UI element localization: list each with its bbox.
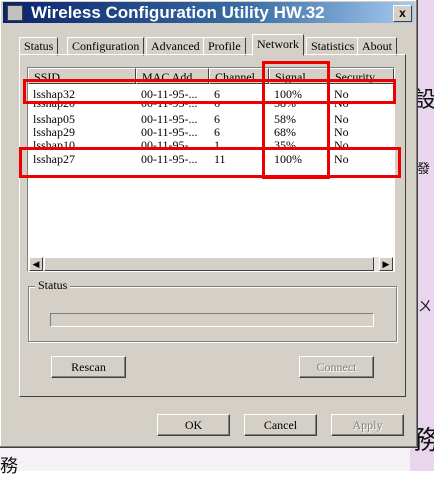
signal-cell: 58% [274, 101, 296, 110]
mac-cell: 00-11-95-... [141, 88, 198, 101]
network-row[interactable]: lsshap27 00-11-95-... 11 100% No [28, 153, 394, 166]
network-list[interactable]: SSID MAC Add... Channel Signal Security … [27, 67, 395, 272]
channel-cell: 6 [214, 126, 220, 139]
mac-cell: 00-11-95-... [141, 153, 198, 166]
column-header-security[interactable]: Security [329, 68, 394, 84]
signal-cell: 100% [274, 153, 302, 166]
horizontal-scrollbar[interactable]: ◀ ▶ [29, 257, 393, 271]
network-row[interactable]: lsshap10 00-11-95-... 1 35% No [28, 139, 394, 149]
mac-cell: 00-11-95-... [141, 113, 198, 126]
mac-cell: 00-11-95-... [141, 101, 198, 110]
security-cell: No [334, 126, 349, 139]
column-header-signal[interactable]: Signal [269, 68, 329, 84]
security-cell: No [334, 153, 349, 166]
dialog-window: Wireless Configuration Utility HW.32 x S… [0, 0, 418, 448]
channel-cell: 6 [214, 88, 220, 101]
signal-cell: 35% [274, 139, 296, 149]
mac-cell: 00-11-95-... [141, 126, 198, 139]
status-group-label: Status [35, 279, 71, 292]
network-row[interactable]: lsshap20 00-11-95-... 6 58% No [28, 101, 394, 110]
ssid-cell: lsshap10 [33, 139, 75, 149]
scroll-left-icon[interactable]: ◀ [29, 257, 43, 271]
column-header-mac[interactable]: MAC Add... [136, 68, 209, 84]
column-header-channel[interactable]: Channel [209, 68, 269, 84]
ssid-cell: lsshap32 [33, 88, 75, 101]
column-header-ssid[interactable]: SSID [28, 68, 136, 84]
security-cell: No [334, 88, 349, 101]
tab-network[interactable]: Network [252, 34, 304, 56]
title-bar[interactable]: Wireless Configuration Utility HW.32 x [3, 2, 414, 23]
signal-cell: 68% [274, 126, 296, 139]
network-row[interactable]: lsshap29 00-11-95-... 6 68% No [28, 126, 394, 139]
network-row[interactable]: lsshap05 00-11-95-... 6 58% No [28, 113, 394, 126]
security-cell: No [334, 139, 349, 149]
ok-button[interactable]: OK [157, 414, 230, 436]
mac-cell: 00-11-95-... [141, 139, 198, 149]
apply-button[interactable]: Apply [331, 414, 404, 436]
security-cell: No [334, 113, 349, 126]
list-header: SSID MAC Add... Channel Signal Security [28, 68, 394, 85]
scroll-right-icon[interactable]: ▶ [379, 257, 393, 271]
background-glyph: 發 [417, 162, 431, 177]
background-glyph: 務 [0, 456, 18, 477]
security-cell: No [334, 101, 349, 110]
ssid-cell: lsshap20 [33, 101, 75, 110]
cancel-button[interactable]: Cancel [244, 414, 317, 436]
ssid-cell: lsshap27 [33, 153, 75, 166]
signal-cell: 100% [274, 88, 302, 101]
channel-cell: 6 [214, 101, 220, 110]
signal-cell: 58% [274, 113, 296, 126]
scroll-thumb[interactable] [44, 257, 374, 271]
connect-button[interactable]: Connect [299, 356, 374, 378]
close-button[interactable]: x [393, 5, 412, 22]
app-icon [7, 5, 23, 21]
connection-progress-bar [50, 313, 374, 327]
network-row[interactable]: lsshap32 00-11-95-... 6 100% No [28, 88, 394, 101]
channel-cell: 1 [214, 139, 220, 149]
rescan-button[interactable]: Rescan [51, 356, 126, 378]
background-glyph: ㄨ [418, 299, 432, 315]
ssid-cell: lsshap05 [33, 113, 75, 126]
channel-cell: 6 [214, 113, 220, 126]
ssid-cell: lsshap29 [33, 126, 75, 139]
window-title: Wireless Configuration Utility HW.32 [31, 3, 325, 22]
channel-cell: 11 [214, 153, 226, 166]
